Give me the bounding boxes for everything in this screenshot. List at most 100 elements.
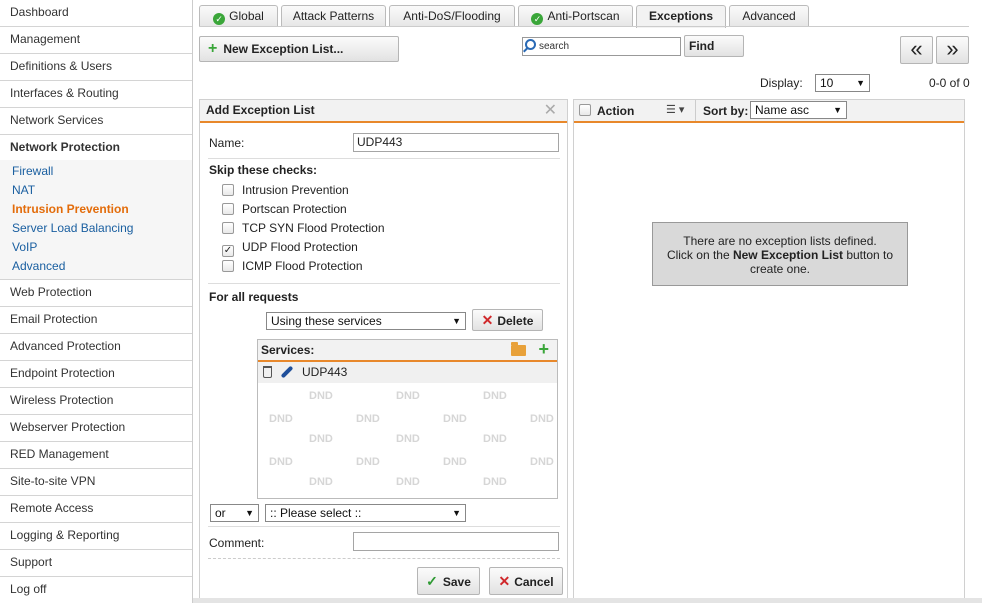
previous-page-button[interactable]: « (900, 36, 933, 64)
nav-management[interactable]: Management (0, 27, 192, 54)
display-count-value: 10 (820, 76, 834, 90)
find-button[interactable]: Find (684, 35, 744, 57)
display-count-select[interactable]: 10 ▼ (815, 74, 870, 92)
empty-line-2-bold: New Exception List (732, 248, 843, 262)
nav-remote-access[interactable]: Remote Access (0, 496, 192, 523)
trash-icon[interactable] (263, 366, 272, 378)
folder-icon[interactable] (511, 342, 526, 356)
dnd-placeholder: DND (396, 476, 420, 488)
dnd-placeholder: DND (396, 433, 420, 445)
services-list[interactable]: Services: + UDP443 DND DND DND DND DND D… (257, 339, 558, 499)
select-all-checkbox[interactable] (579, 104, 591, 116)
checkbox[interactable] (222, 184, 234, 196)
check-intrusion-prevention[interactable]: Intrusion Prevention (222, 183, 349, 199)
list-header: Action ☰ ▾ Sort by: Name asc ▼ (574, 100, 964, 123)
nav-dashboard[interactable]: Dashboard (0, 0, 192, 27)
plus-icon: + (208, 40, 218, 57)
nav-network-protection[interactable]: Network Protection (0, 135, 192, 160)
checkbox[interactable] (222, 222, 234, 234)
tab-global[interactable]: ✓ Global (199, 5, 278, 27)
new-exception-list-label: New Exception List... (223, 42, 344, 56)
nav-wireless-protection[interactable]: Wireless Protection (0, 388, 192, 415)
add-icon[interactable]: + (538, 339, 549, 359)
tab-global-label: Global (229, 9, 264, 23)
cancel-label: Cancel (514, 575, 554, 589)
nav-support[interactable]: Support (0, 550, 192, 577)
comment-input[interactable] (353, 532, 559, 551)
delete-label: Delete (497, 314, 534, 328)
search-input[interactable]: search (522, 37, 681, 56)
cancel-button[interactable]: ✕ Cancel (489, 567, 563, 595)
divider (208, 283, 560, 284)
nav-advanced-protection[interactable]: Advanced Protection (0, 334, 192, 361)
nav-red-management[interactable]: RED Management (0, 442, 192, 469)
check-label: TCP SYN Flood Protection (242, 221, 385, 235)
dropdown-arrow-icon: ▼ (452, 316, 461, 326)
next-page-button[interactable]: » (936, 36, 969, 64)
check-portscan-protection[interactable]: Portscan Protection (222, 202, 347, 218)
save-label: Save (442, 575, 471, 589)
empty-line-2-post: button to (843, 248, 894, 262)
nav-definitions-users[interactable]: Definitions & Users (0, 54, 192, 81)
checkbox[interactable] (222, 260, 234, 272)
nav-interfaces-routing[interactable]: Interfaces & Routing (0, 81, 192, 108)
column-divider (695, 100, 696, 121)
name-input[interactable]: UDP443 (353, 133, 559, 152)
sidebar: Dashboard Management Definitions & Users… (0, 0, 193, 603)
tab-exceptions[interactable]: Exceptions (636, 5, 726, 28)
check-udp-flood[interactable]: ✓ UDP Flood Protection (222, 240, 358, 257)
subnav-nat[interactable]: NAT (0, 181, 192, 200)
nav-web-protection[interactable]: Web Protection (0, 280, 192, 307)
dropdown-arrow-icon: ▼ (452, 508, 461, 518)
tab-advanced[interactable]: Advanced (729, 5, 809, 27)
tab-anti-portscan[interactable]: ✓ Anti-Portscan (518, 5, 633, 27)
nav-site-to-site-vpn[interactable]: Site-to-site VPN (0, 469, 192, 496)
check-label: UDP Flood Protection (242, 240, 358, 254)
subnav-advanced[interactable]: Advanced (0, 257, 192, 276)
nav-webserver-protection[interactable]: Webserver Protection (0, 415, 192, 442)
horizontal-scrollbar[interactable] (193, 598, 982, 603)
sort-select[interactable]: Name asc ▼ (750, 101, 847, 119)
divider (208, 526, 560, 527)
service-item[interactable]: UDP443 (258, 362, 557, 383)
subnav-firewall[interactable]: Firewall (0, 162, 192, 181)
nav-network-services[interactable]: Network Services (0, 108, 192, 135)
column-menu-icon[interactable]: ☰ ▾ (666, 103, 684, 116)
new-exception-list-button[interactable]: + New Exception List... (199, 36, 399, 62)
nav-log-off[interactable]: Log off (0, 577, 192, 603)
tab-anti-dos-flooding[interactable]: Anti-DoS/Flooding (389, 5, 515, 27)
dnd-placeholder: DND (443, 456, 467, 468)
dnd-placeholder: DND (269, 456, 293, 468)
check-icmp-flood[interactable]: ICMP Flood Protection (222, 259, 363, 275)
checkmark-icon: ✓ (426, 573, 438, 589)
panel-header: Add Exception List ✕ (200, 100, 567, 123)
nav-endpoint-protection[interactable]: Endpoint Protection (0, 361, 192, 388)
dnd-placeholder: DND (530, 413, 554, 425)
checkbox[interactable] (222, 203, 234, 215)
name-label: Name: (209, 136, 245, 150)
services-mode-select[interactable]: Using these services ▼ (266, 312, 466, 330)
result-range: 0-0 of 0 (929, 76, 970, 90)
close-icon[interactable]: ✕ (544, 100, 557, 121)
nav-email-protection[interactable]: Email Protection (0, 307, 192, 334)
condition-select[interactable]: :: Please select :: ▼ (265, 504, 466, 522)
check-tcp-syn-flood[interactable]: TCP SYN Flood Protection (222, 221, 385, 237)
search-icon (525, 39, 536, 50)
dnd-placeholder: DND (309, 390, 333, 402)
nav-logging-reporting[interactable]: Logging & Reporting (0, 523, 192, 550)
delete-button[interactable]: ✕ Delete (472, 309, 543, 331)
or-select[interactable]: or ▼ (210, 504, 259, 522)
subnav-voip[interactable]: VoIP (0, 238, 192, 257)
save-button[interactable]: ✓ Save (417, 567, 480, 595)
dnd-placeholder: DND (356, 456, 380, 468)
subnav-intrusion-prevention[interactable]: Intrusion Prevention (0, 200, 192, 219)
check-label: ICMP Flood Protection (242, 259, 363, 273)
or-value: or (215, 506, 226, 520)
subnav-server-load-balancing[interactable]: Server Load Balancing (0, 219, 192, 238)
dnd-placeholder: DND (309, 476, 333, 488)
checkbox-checked[interactable]: ✓ (222, 245, 234, 257)
comment-label: Comment: (209, 536, 265, 550)
panel-title: Add Exception List (206, 103, 315, 117)
empty-line-1: There are no exception lists defined. (683, 234, 877, 248)
tab-attack-patterns[interactable]: Attack Patterns (281, 5, 386, 27)
